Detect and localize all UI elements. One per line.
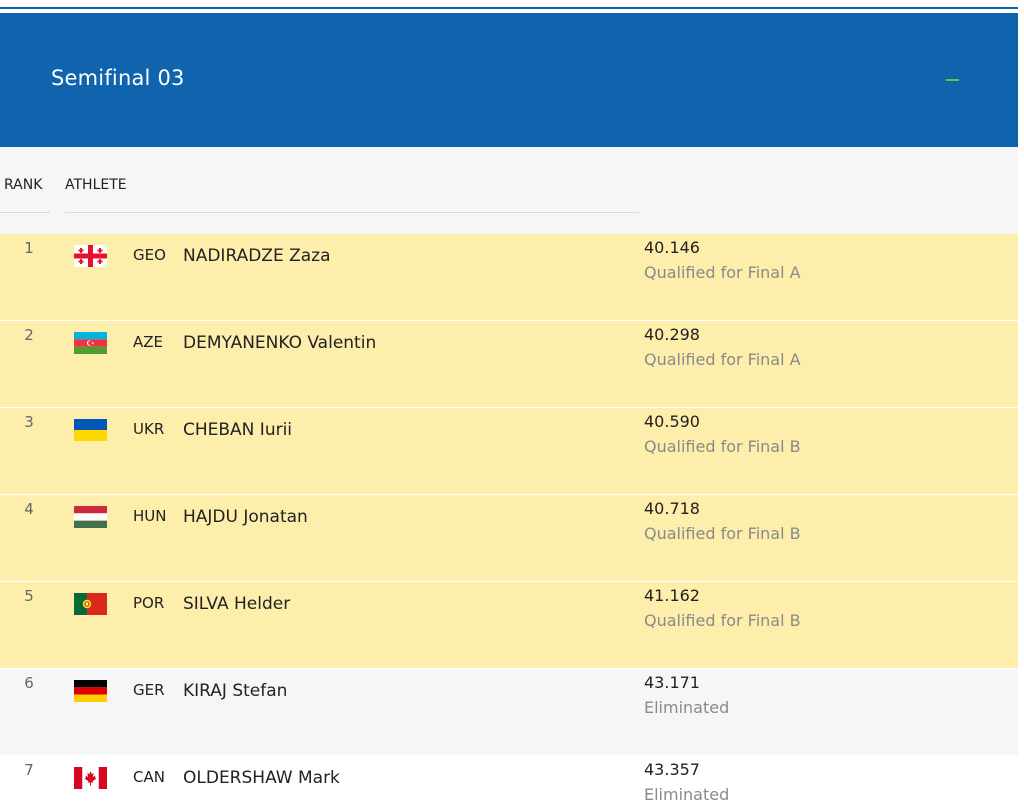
athlete-name[interactable]: SILVA Helder xyxy=(183,594,290,614)
rank-value: 6 xyxy=(24,674,34,692)
athlete-column-header: ATHLETE xyxy=(65,177,127,193)
flag-hun-icon xyxy=(74,506,107,528)
result-status: Eliminated xyxy=(644,698,730,717)
flag-ukr-icon xyxy=(74,419,107,441)
athlete-name[interactable]: CHEBAN Iurii xyxy=(183,420,292,440)
result-time: 40.298 xyxy=(644,325,700,344)
result-status: Qualified for Final A xyxy=(644,263,801,282)
top-strip xyxy=(0,0,1024,13)
minus-icon[interactable] xyxy=(940,69,966,89)
athlete-header-underline xyxy=(65,212,639,213)
rank-value: 1 xyxy=(24,239,34,257)
rank-value: 5 xyxy=(24,587,34,605)
country-code: UKR xyxy=(133,420,165,438)
section-title: Semifinal 03 xyxy=(51,66,185,90)
result-time: 43.171 xyxy=(644,673,700,692)
athlete-name[interactable]: KIRAJ Stefan xyxy=(183,681,287,701)
results-list: 1 GEO NADIRADZE Zaza 40.146 Qualified fo… xyxy=(0,234,1018,805)
result-time: 40.146 xyxy=(644,238,700,257)
table-row[interactable]: 4 HUN HAJDU Jonatan 40.718 Qualified for… xyxy=(0,495,1018,582)
table-row[interactable]: 7 CAN OLDERSHAW Mark 43.357 Eliminated xyxy=(0,756,1018,805)
country-code: GEO xyxy=(133,246,166,264)
table-row[interactable]: 2 AZE DEMYANENKO Valentin 40.298 Qualifi… xyxy=(0,321,1018,408)
result-status: Qualified for Final B xyxy=(644,524,801,543)
table-row[interactable]: 6 GER KIRAJ Stefan 43.171 Eliminated xyxy=(0,669,1018,756)
result-time: 40.718 xyxy=(644,499,700,518)
rank-value: 7 xyxy=(24,761,34,779)
rank-value: 2 xyxy=(24,326,34,344)
table-row[interactable]: 1 GEO NADIRADZE Zaza 40.146 Qualified fo… xyxy=(0,234,1018,321)
country-code: GER xyxy=(133,681,165,699)
result-status: Eliminated xyxy=(644,785,730,804)
athlete-name[interactable]: NADIRADZE Zaza xyxy=(183,246,331,266)
result-status: Qualified for Final B xyxy=(644,611,801,630)
page-edge xyxy=(1018,0,1024,805)
rank-value: 4 xyxy=(24,500,34,518)
country-code: POR xyxy=(133,594,165,612)
table-row[interactable]: 3 UKR CHEBAN Iurii 40.590 Qualified for … xyxy=(0,408,1018,495)
result-status: Qualified for Final A xyxy=(644,350,801,369)
flag-geo-icon xyxy=(74,245,107,267)
result-time: 41.162 xyxy=(644,586,700,605)
country-code: AZE xyxy=(133,333,164,351)
semifinal-header[interactable]: Semifinal 03 xyxy=(0,13,1018,147)
top-divider xyxy=(0,7,1018,9)
rank-header-underline xyxy=(0,212,50,213)
rank-column-header: RANK xyxy=(4,177,43,193)
athlete-name[interactable]: HAJDU Jonatan xyxy=(183,507,308,527)
country-code: HUN xyxy=(133,507,167,525)
athlete-name[interactable]: OLDERSHAW Mark xyxy=(183,768,340,788)
result-time: 40.590 xyxy=(644,412,700,431)
flag-ger-icon xyxy=(74,680,107,702)
results-table-header: RANK ATHLETE xyxy=(0,147,1018,234)
result-time: 43.357 xyxy=(644,760,700,779)
country-code: CAN xyxy=(133,768,165,786)
rank-value: 3 xyxy=(24,413,34,431)
table-row[interactable]: 5 POR SILVA Helder 41.162 Qualified for … xyxy=(0,582,1018,669)
result-status: Qualified for Final B xyxy=(644,437,801,456)
flag-can-icon xyxy=(74,767,107,789)
flag-por-icon xyxy=(74,593,107,615)
flag-aze-icon xyxy=(74,332,107,354)
athlete-name[interactable]: DEMYANENKO Valentin xyxy=(183,333,376,353)
